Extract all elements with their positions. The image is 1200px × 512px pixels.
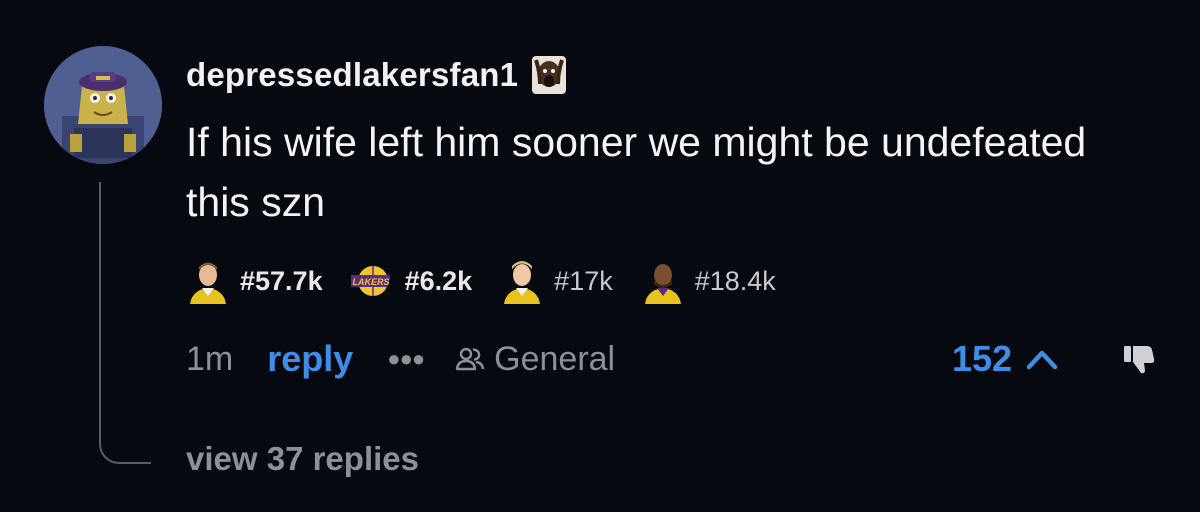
vote-group: 152 (952, 334, 1060, 384)
view-replies-link[interactable]: view 37 replies (186, 440, 419, 478)
flair-label: #17k (554, 265, 613, 296)
player-headshot-icon (190, 262, 226, 304)
timestamp: 1m (186, 339, 234, 378)
flair-badge: #17k (500, 258, 613, 304)
chevron-up-icon[interactable] (1024, 347, 1060, 371)
lakers-logo-icon: LAKERS (350, 266, 390, 296)
thread-connector (99, 420, 151, 464)
screaming-face-emoji-icon (532, 56, 567, 94)
flair-badge: #18.4k (641, 258, 776, 304)
thread-line (99, 182, 101, 432)
users-icon (455, 347, 485, 371)
flair-badge: LAKERS #6.2k (350, 258, 473, 304)
flair-label: #57.7k (240, 265, 323, 296)
vote-count: 152 (952, 338, 1013, 379)
flair-label: #6.2k (404, 265, 473, 296)
username[interactable]: depressedlakersfan1 (186, 56, 518, 94)
player-headshot-icon (504, 261, 541, 304)
comment-text: If his wife left him sooner we might be … (186, 119, 1087, 225)
svg-text:LAKERS: LAKERS (352, 277, 389, 287)
flair-row: #57.7k LAKERS #6.2k #17k #18.4k (186, 258, 804, 304)
reply-button[interactable]: reply (267, 338, 353, 380)
comment-header: depressedlakersfan1 (186, 52, 568, 98)
spongebob-avatar-image (44, 46, 162, 164)
player-headshot-icon (644, 264, 681, 304)
flair-label: #18.4k (694, 265, 776, 296)
channel-label[interactable]: General (494, 340, 615, 379)
comment-card: depressedlakersfan1 If his wife left him… (0, 0, 1200, 512)
more-options-button[interactable]: ●●● (387, 346, 425, 372)
thumbs-down-icon[interactable] (1120, 340, 1158, 376)
flair-badge: #57.7k (186, 258, 323, 304)
avatar[interactable] (44, 46, 162, 164)
